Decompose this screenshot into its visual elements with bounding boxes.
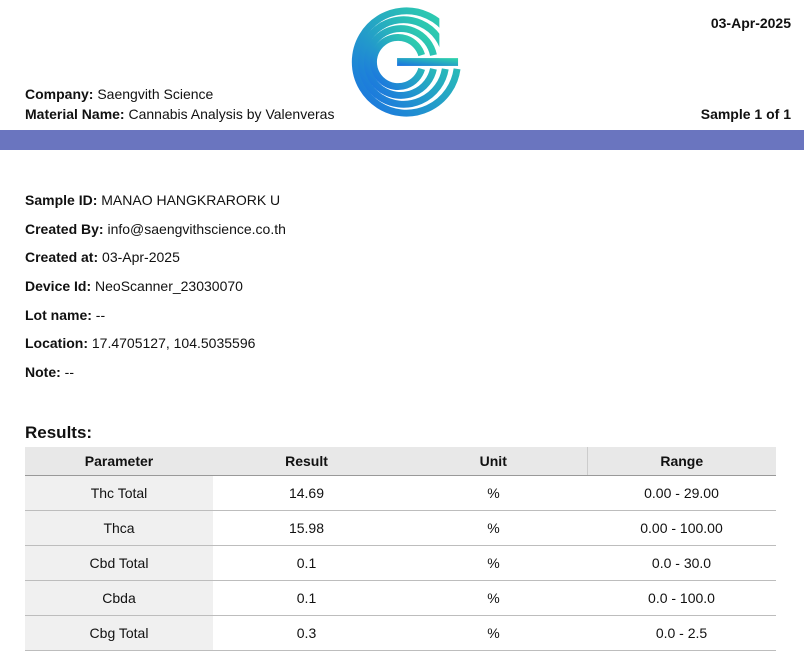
meta-created-at: Created at: 03-Apr-2025 xyxy=(25,249,180,266)
cell-parameter: Cbd Total xyxy=(25,545,213,581)
results-table: Parameter Result Unit Range Thc Total 14… xyxy=(25,447,776,651)
cell-result: 0.1 xyxy=(213,545,400,581)
table-row: Thca 15.98 % 0.00 - 100.00 xyxy=(25,510,776,546)
company-value: Saengvith Science xyxy=(97,86,214,102)
table-row: Cbd Total 0.1 % 0.0 - 30.0 xyxy=(25,545,776,581)
report-date: 03-Apr-2025 xyxy=(710,15,791,31)
column-header-range: Range xyxy=(586,447,776,476)
meta-sample-id: Sample ID: MANAO HANGKRARORK U xyxy=(25,192,281,208)
header-band xyxy=(0,130,804,150)
report-header: 03-Apr-2025 Company: Saengvith Science M… xyxy=(0,0,804,130)
results-title: Results: xyxy=(25,423,93,442)
cell-result: 14.69 xyxy=(213,475,400,511)
table-row: Cbda 0.1 % 0.0 - 100.0 xyxy=(25,580,776,616)
cell-parameter: Cbda xyxy=(25,580,213,616)
saengvith-logo-icon xyxy=(351,3,461,117)
cell-result: 0.3 xyxy=(213,615,400,651)
cell-parameter: Thc Total xyxy=(25,475,213,511)
column-header-unit: Unit xyxy=(400,447,587,476)
sample-metadata: Sample ID: MANAO HANGKRARORK U Created B… xyxy=(25,192,286,393)
meta-device-id: Device Id: NeoScanner_23030070 xyxy=(25,278,243,295)
company-label: Company: xyxy=(25,86,94,102)
cell-result: 0.1 xyxy=(213,580,400,616)
meta-note: Note: -- xyxy=(25,364,74,381)
material-line: Material Name: Cannabis Analysis by Vale… xyxy=(25,106,334,122)
cell-range: 0.00 - 29.00 xyxy=(587,475,776,511)
meta-created-by: Created By: info@saengvithscience.co.th xyxy=(25,220,286,237)
table-row: Thc Total 14.69 % 0.00 - 29.00 xyxy=(25,475,776,511)
cell-range: 0.00 - 100.00 xyxy=(587,510,776,546)
company-line: Company: Saengvith Science xyxy=(25,86,213,102)
cell-unit: % xyxy=(400,615,587,651)
cell-parameter: Thca xyxy=(25,510,213,546)
cell-unit: % xyxy=(400,475,587,511)
sample-count: Sample 1 of 1 xyxy=(700,106,791,122)
table-row: Cbg Total 0.3 % 0.0 - 2.5 xyxy=(25,615,776,651)
cell-unit: % xyxy=(400,580,587,616)
column-header-result: Result xyxy=(213,447,400,476)
cell-parameter: Cbg Total xyxy=(25,615,213,651)
meta-location: Location: 17.4705127, 104.5035596 xyxy=(25,335,256,352)
cell-result: 15.98 xyxy=(213,510,400,546)
results-header-row: Parameter Result Unit Range xyxy=(25,447,776,476)
cell-unit: % xyxy=(400,510,587,546)
material-value: Cannabis Analysis by Valenveras xyxy=(128,106,335,122)
column-header-parameter: Parameter xyxy=(25,447,213,476)
cell-range: 0.0 - 100.0 xyxy=(587,580,776,616)
cell-range: 0.0 - 2.5 xyxy=(587,615,776,651)
cell-range: 0.0 - 30.0 xyxy=(587,545,776,581)
meta-lot-name: Lot name: -- xyxy=(25,306,106,323)
cell-unit: % xyxy=(400,545,587,581)
material-label: Material Name: xyxy=(25,106,125,122)
